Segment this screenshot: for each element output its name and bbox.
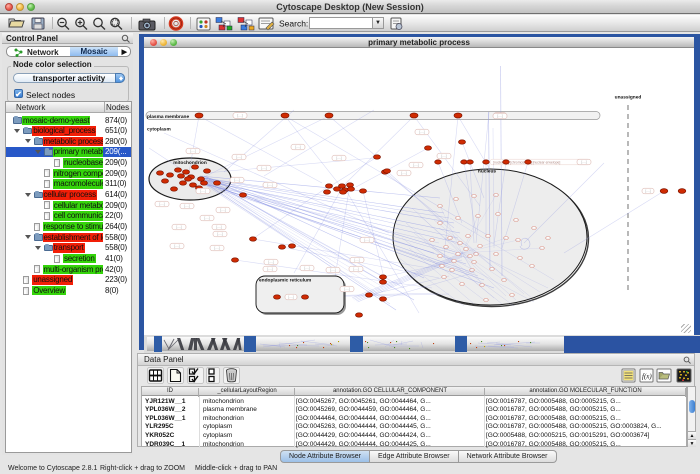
svg-text:[....]: [....] xyxy=(190,149,195,153)
svg-text:[....]: [....] xyxy=(413,163,418,167)
svg-text:[...]: [...] xyxy=(456,252,460,256)
svg-text:[....]: [....] xyxy=(304,266,309,270)
svg-text:[....]: [....] xyxy=(581,160,586,164)
svg-text:[...]: [...] xyxy=(464,247,468,251)
svg-text:[....]: [....] xyxy=(364,238,369,242)
svg-text:[...]: [...] xyxy=(478,244,482,248)
svg-text:[....]: [....] xyxy=(236,155,241,159)
svg-text:unassigned: unassigned xyxy=(615,95,642,101)
svg-text:[...]: [...] xyxy=(452,259,456,263)
svg-text:[...]: [...] xyxy=(458,241,462,245)
svg-text:[...]: [...] xyxy=(456,216,460,220)
svg-text:cytoplasm: cytoplasm xyxy=(147,127,171,133)
svg-text:[...]: [...] xyxy=(440,264,444,268)
svg-text:[....]: [....] xyxy=(419,130,424,134)
svg-text:[...]: [...] xyxy=(504,236,508,240)
svg-text:[....]: [....] xyxy=(645,189,650,193)
svg-text:[...]: [...] xyxy=(438,254,442,258)
svg-text:[....]: [....] xyxy=(344,287,349,291)
svg-text:[....]: [....] xyxy=(204,216,209,220)
svg-text:[...]: [...] xyxy=(466,234,470,238)
svg-text:[...]: [...] xyxy=(430,238,434,242)
svg-text:[....]: [....] xyxy=(330,268,335,272)
svg-text:[....]: [....] xyxy=(497,114,502,118)
svg-text:[...]: [...] xyxy=(442,275,446,279)
svg-text:[....]: [....] xyxy=(401,171,406,175)
svg-text:[...]: [...] xyxy=(546,236,550,240)
svg-text:nucleus: nucleus xyxy=(478,169,496,175)
svg-text:[...]: [...] xyxy=(490,267,494,271)
svg-text:[....]: [....] xyxy=(353,267,358,271)
svg-text:[....]: [....] xyxy=(220,208,225,212)
svg-text:[...]: [...] xyxy=(450,268,454,272)
svg-text:[....]: [....] xyxy=(176,225,181,229)
svg-text:[...]: [...] xyxy=(486,234,490,238)
svg-text:[....]: [....] xyxy=(441,154,446,158)
svg-text:[...]: [...] xyxy=(438,221,442,225)
svg-text:[....]: [....] xyxy=(200,189,205,193)
svg-text:[....]: [....] xyxy=(216,225,221,229)
svg-text:[....]: [....] xyxy=(174,244,179,248)
svg-text:[...]: [...] xyxy=(484,298,488,302)
svg-text:[...]: [...] xyxy=(460,282,464,286)
svg-text:[....]: [....] xyxy=(354,258,359,262)
svg-text:[...]: [...] xyxy=(480,283,484,287)
svg-text:[....]: [....] xyxy=(267,183,272,187)
svg-text:[....]: [....] xyxy=(214,246,219,250)
svg-text:[....]: [....] xyxy=(336,156,341,160)
svg-text:plasma membrane: plasma membrane xyxy=(147,114,189,120)
svg-text:mitochondrion: mitochondrion xyxy=(173,160,207,166)
svg-text:[....]: [....] xyxy=(268,260,273,264)
svg-text:[...]: [...] xyxy=(468,254,472,258)
svg-text:[...]: [...] xyxy=(518,256,522,260)
svg-text:[...]: [...] xyxy=(472,260,476,264)
svg-text:[....]: [....] xyxy=(217,232,222,236)
svg-text:[...]: [...] xyxy=(510,293,514,297)
svg-text:f(x): f(x) xyxy=(642,373,652,381)
svg-text:[....]: [....] xyxy=(261,166,266,170)
svg-text:endoplasmic reticulum: endoplasmic reticulum xyxy=(259,278,311,284)
svg-text:[...]: [...] xyxy=(530,264,534,268)
svg-text:[...]: [...] xyxy=(532,226,536,230)
svg-text:[....]: [....] xyxy=(288,295,293,299)
svg-text:[...]: [...] xyxy=(502,278,506,282)
svg-text:[....]: [....] xyxy=(184,204,189,208)
svg-text:[....]: [....] xyxy=(159,202,164,206)
svg-text:[....]: [....] xyxy=(267,267,272,271)
svg-text:[....]: [....] xyxy=(237,114,242,118)
svg-text:[...]: [...] xyxy=(494,252,498,256)
svg-text:[....]: [....] xyxy=(295,145,300,149)
svg-text:[...]: [...] xyxy=(496,212,500,216)
svg-text:[...]: [...] xyxy=(472,194,476,198)
svg-text:[....]: [....] xyxy=(234,178,239,182)
svg-text:[...]: [...] xyxy=(454,197,458,201)
svg-text:Search:: Search: xyxy=(279,19,308,29)
svg-text:[...]: [...] xyxy=(514,218,518,222)
